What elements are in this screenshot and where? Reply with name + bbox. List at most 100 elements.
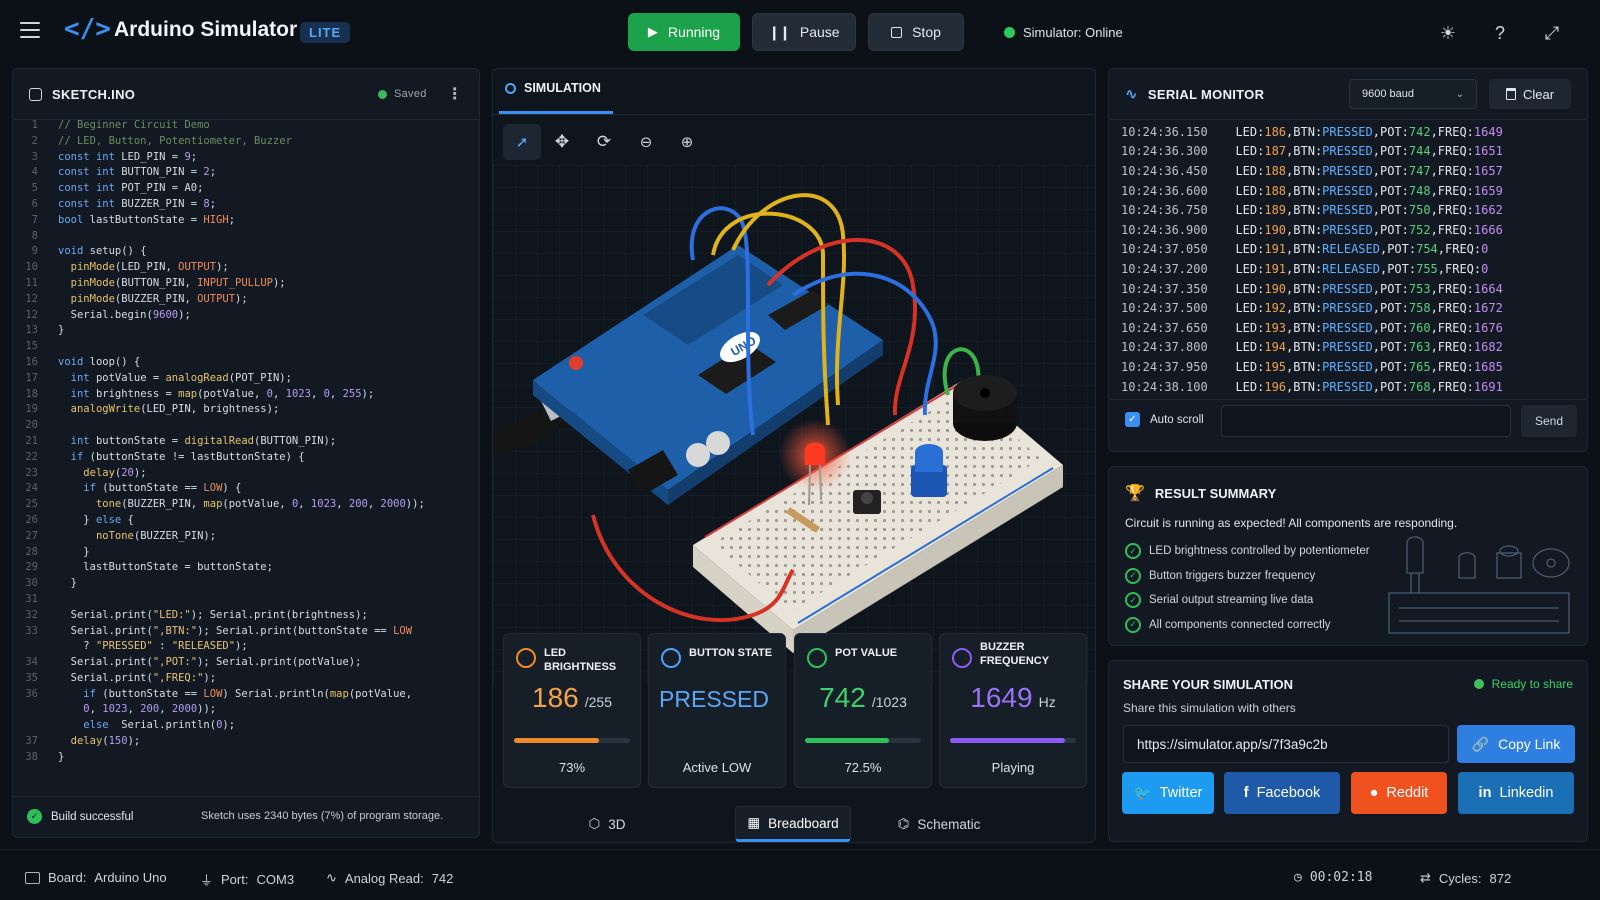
serial-led: 191 (1264, 261, 1287, 276)
share-reddit-button[interactable]: ● Reddit (1351, 772, 1447, 814)
line-number: 38 (25, 750, 38, 763)
serial-line: 10:24:36.600 LED: 188 ,BTN: PRESSED ,POT: 748… (1121, 181, 1581, 201)
serial-key: ,BTN: (1286, 301, 1323, 316)
help-icon[interactable]: ? (1481, 14, 1519, 52)
circuit-canvas[interactable]: UNO (493, 165, 1097, 685)
waveform-icon (952, 648, 972, 668)
tab-simulation[interactable]: SIMULATION (505, 81, 601, 95)
code-line: 10 pinMode(LED_PIN, OUTPUT); (14, 260, 474, 276)
line-number: 27 (25, 529, 38, 542)
serial-freq: 1685 (1473, 359, 1503, 374)
serial-ts: 10:24:37.950 (1121, 359, 1208, 374)
serial-ts: 10:24:36.900 (1121, 222, 1208, 237)
sketch-title: SKETCH.INO (52, 86, 136, 102)
serial-input[interactable] (1221, 405, 1511, 437)
card-unit: /255 (584, 694, 612, 710)
line-number: 29 (25, 561, 38, 574)
autoscroll-label: Auto scroll (1150, 413, 1204, 426)
rotate-icon[interactable]: ⟳ (583, 132, 625, 152)
serial-ts: 10:24:37.350 (1121, 281, 1208, 296)
serial-key: LED: (1235, 144, 1265, 159)
card-unit: /1023 (871, 694, 907, 710)
code-text: delay(20); (83, 466, 147, 479)
code-line: 5 const int POT_PIN = A0; (14, 181, 474, 197)
code-text: Serial.begin(9600); (58, 308, 191, 321)
card-label: LED BRIGHTNESS (544, 647, 617, 673)
serial-line: 10:24:37.500 LED: 192 ,BTN: PRESSED ,POT: 758… (1121, 298, 1581, 318)
serial-pot: 747 (1408, 163, 1431, 178)
serial-led: 190 (1264, 222, 1287, 237)
serial-key: ,FREQ: (1430, 183, 1474, 198)
metric-card: POT VALUE 742/1023 72.5% (794, 633, 932, 788)
pause-button[interactable]: ❙❙ Pause (752, 13, 856, 51)
code-text: Serial.print(",BTN:"); Serial.print(butt… (58, 624, 413, 637)
stop-button[interactable]: Stop (868, 13, 964, 51)
more-options-icon[interactable]: ⋮ (447, 84, 463, 104)
autoscroll-checkbox[interactable]: ✓ Auto scroll (1125, 412, 1204, 427)
share-linkedin-button[interactable]: in Linkedin (1458, 772, 1574, 814)
zoom-out-icon[interactable]: ⊖ (625, 133, 667, 151)
share-twitter-button[interactable]: 🐦 Twitter (1122, 772, 1214, 814)
code-line: 24 if (buttonState == LOW) { (14, 481, 474, 497)
serial-key: ,FREQ: (1430, 163, 1474, 178)
hamburger-menu-icon[interactable] (20, 22, 40, 38)
serial-output[interactable]: 10:24:36.150 LED: 186 ,BTN: PRESSED ,POT: 742… (1121, 122, 1581, 396)
line-number (14, 702, 38, 718)
line-number: 31 (25, 592, 38, 605)
serial-key: ,POT: (1372, 359, 1409, 374)
send-button[interactable]: Send (1521, 405, 1577, 437)
serial-btn: PRESSED (1322, 203, 1373, 218)
zoom-in-icon[interactable]: ⊕ (667, 133, 707, 151)
card-subtext: Playing (991, 760, 1035, 775)
serial-btn: PRESSED (1322, 320, 1373, 335)
saved-label: Saved (393, 88, 427, 100)
share-status: Ready to share (1473, 677, 1573, 691)
run-button[interactable]: ▶ Running (628, 13, 740, 51)
code-text: } (58, 577, 77, 590)
saved-status: Saved (377, 88, 427, 100)
line-number: 24 (25, 482, 38, 495)
clear-button[interactable]: Clear (1489, 79, 1571, 109)
code-text: pinMode(BUTTON_PIN, INPUT_PULLUP); (70, 276, 286, 289)
board-icon (25, 871, 40, 884)
line-number: 35 (25, 671, 38, 684)
view-tab-label: Breadboard (768, 815, 839, 831)
card-value: PRESSED (659, 686, 769, 712)
view-tab-breadboard[interactable]: ▦ Breadboard (735, 806, 851, 842)
copy-link-button[interactable]: 🔗 Copy Link (1457, 725, 1575, 763)
serial-line: 10:24:37.650 LED: 193 ,BTN: PRESSED ,POT: 760… (1121, 318, 1581, 338)
share-facebook-button[interactable]: f Facebook (1224, 772, 1340, 814)
serial-pot: 755 (1416, 261, 1438, 276)
code-line: 22 if (buttonState != lastButtonState) { (14, 450, 474, 466)
view-tab-schematic[interactable]: ⌬ Schematic (879, 806, 999, 842)
potentiometer (911, 444, 947, 497)
line-number: 1 (31, 119, 38, 131)
line-number: 11 (25, 276, 38, 289)
check-circle-icon: ✓ (1125, 543, 1141, 560)
view-tab-3d[interactable]: ⬡ 3D (565, 806, 649, 842)
serial-ts: 10:24:37.050 (1121, 242, 1208, 257)
fullscreen-icon[interactable]: ⤢ (1533, 14, 1571, 52)
code-line: 16 void loop() { (14, 355, 474, 371)
metric-card: BUZZER FREQUENCY 1649 Hz Playing (939, 633, 1087, 788)
code-editor[interactable]: 1 // Beginner Circuit Demo 2 // LED, Button… (14, 118, 474, 766)
serial-pot: 763 (1408, 340, 1431, 355)
divider (1109, 399, 1587, 400)
baud-select[interactable]: 9600 baud ⌄ (1349, 79, 1477, 109)
line-number: 20 (25, 419, 38, 432)
code-line: 30 } (14, 576, 474, 592)
line-number: 21 (25, 434, 38, 447)
code-text: ? "PRESSED" : "RELEASED"); (58, 640, 248, 653)
serial-ts: 10:24:38.100 (1121, 379, 1208, 394)
serial-line: 10:24:37.200 LED: 191 ,BTN: RELEASED ,POT: 75… (1121, 259, 1581, 279)
theme-toggle-icon[interactable]: ☀ (1429, 14, 1467, 52)
select-tool-icon[interactable]: ➚ (503, 124, 541, 160)
serial-key: ,POT: (1372, 183, 1409, 198)
port-label: Port: (221, 872, 249, 887)
code-text: int buttonState = digitalRead(BUTTON_PIN… (70, 434, 337, 447)
line-number: 30 (25, 577, 38, 590)
move-tool-icon[interactable]: ✥ (541, 132, 583, 152)
serial-freq: 1682 (1473, 340, 1503, 355)
share-url-field[interactable] (1123, 725, 1449, 763)
pause-label: Pause (799, 24, 840, 40)
